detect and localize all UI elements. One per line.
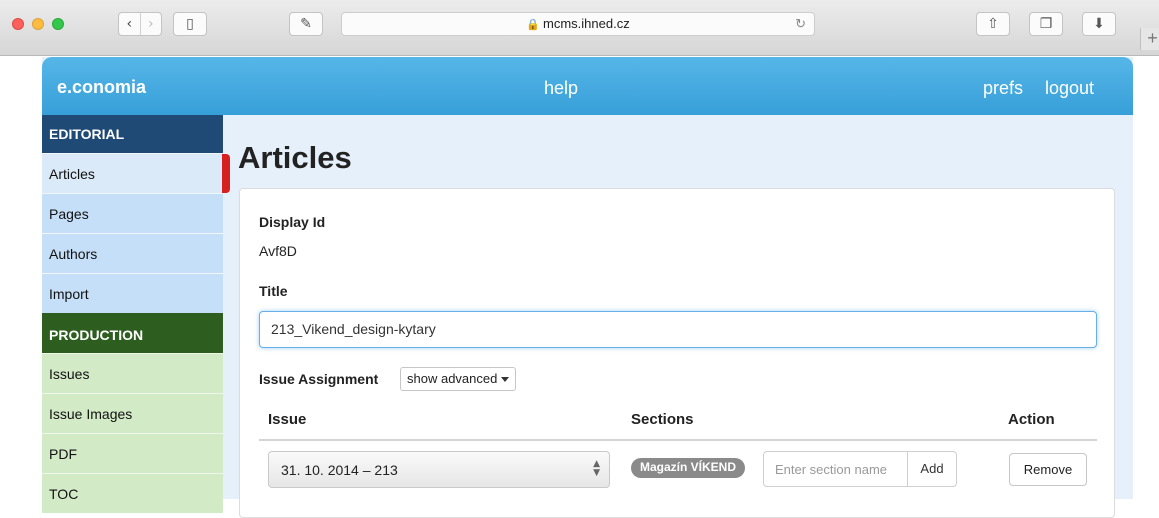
sidebar: EDITORIAL Articles Pages Authors Import …	[42, 115, 223, 513]
section-name-input[interactable]: Enter section name	[763, 451, 908, 487]
reader-icon[interactable]: ✎	[289, 12, 323, 36]
top-navbar: e.conomia help prefs logout	[42, 57, 1133, 115]
share-icon[interactable]: ⇧	[976, 12, 1010, 36]
caret-down-icon	[501, 377, 510, 383]
display-id-value: Avf8D	[259, 243, 297, 259]
sidebar-item-toc[interactable]: TOC	[42, 473, 223, 513]
brand-link[interactable]: e.conomia	[57, 77, 146, 98]
forward-button[interactable]: ›	[139, 13, 162, 35]
sidebar-heading-production: PRODUCTION	[42, 313, 223, 353]
reload-icon[interactable]: ↻	[795, 13, 806, 35]
sidebar-item-articles[interactable]: Articles	[42, 153, 223, 193]
sidebar-item-issues[interactable]: Issues	[42, 353, 223, 393]
display-id-label: Display Id	[259, 214, 326, 230]
section-badge: Magazín VÍKEND	[631, 458, 746, 478]
address-bar[interactable]: 🔒 mcms.ihned.cz ↻	[341, 12, 815, 36]
page-title: Articles	[238, 140, 352, 175]
issue-assignment-label: Issue Assignment	[259, 371, 379, 387]
back-button[interactable]: ‹	[119, 13, 140, 35]
close-window-button[interactable]	[12, 18, 24, 30]
url-text: mcms.ihned.cz	[543, 16, 630, 31]
title-input[interactable]: 213_Vikend_design-kytary	[259, 311, 1097, 348]
remove-issue-button[interactable]: Remove	[1009, 453, 1087, 486]
zoom-window-button[interactable]	[52, 18, 64, 30]
title-label: Title	[259, 283, 288, 299]
main-content: Articles Display Id Avf8D Title 213_Vike…	[223, 115, 1133, 518]
logout-link[interactable]: logout	[1045, 78, 1094, 99]
sidebar-toggle-icon[interactable]: ▯	[173, 12, 207, 36]
show-advanced-label: show advanced	[407, 371, 498, 386]
column-header-issue: Issue	[268, 411, 307, 428]
minimize-window-button[interactable]	[32, 18, 44, 30]
new-tab-button[interactable]: +	[1140, 28, 1159, 50]
show-advanced-dropdown[interactable]: show advanced	[400, 367, 517, 391]
prefs-link[interactable]: prefs	[983, 78, 1023, 99]
column-header-action: Action	[1008, 411, 1055, 428]
app-window: e.conomia help prefs logout EDITORIAL Ar…	[42, 57, 1133, 518]
history-nav: ‹ ›	[118, 12, 162, 36]
tabs-overview-icon[interactable]: ❐	[1029, 12, 1063, 36]
help-link[interactable]: help	[544, 78, 578, 99]
sidebar-item-pdf[interactable]: PDF	[42, 433, 223, 473]
browser-toolbar: ‹ › ▯ ✎ 🔒 mcms.ihned.cz ↻ ⇧ ❐ ⬇ +	[0, 0, 1159, 56]
issue-select[interactable]: 31. 10. 2014 – 213 ▲ ▼	[268, 451, 610, 488]
sidebar-heading-editorial: EDITORIAL	[42, 115, 223, 153]
sidebar-item-pages[interactable]: Pages	[42, 193, 223, 233]
article-form-panel: Display Id Avf8D Title 213_Vikend_design…	[239, 188, 1115, 518]
issue-select-value: 31. 10. 2014 – 213	[281, 462, 398, 478]
select-arrows-icon: ▲ ▼	[593, 459, 600, 478]
lock-icon: 🔒	[526, 19, 540, 31]
add-section-button[interactable]: Add	[907, 451, 957, 487]
download-icon[interactable]: ⬇	[1082, 12, 1116, 36]
sidebar-item-import[interactable]: Import	[42, 273, 223, 313]
sidebar-item-authors[interactable]: Authors	[42, 233, 223, 273]
table-header-divider	[259, 439, 1097, 441]
column-header-sections: Sections	[631, 411, 694, 428]
sidebar-item-issue-images[interactable]: Issue Images	[42, 393, 223, 433]
